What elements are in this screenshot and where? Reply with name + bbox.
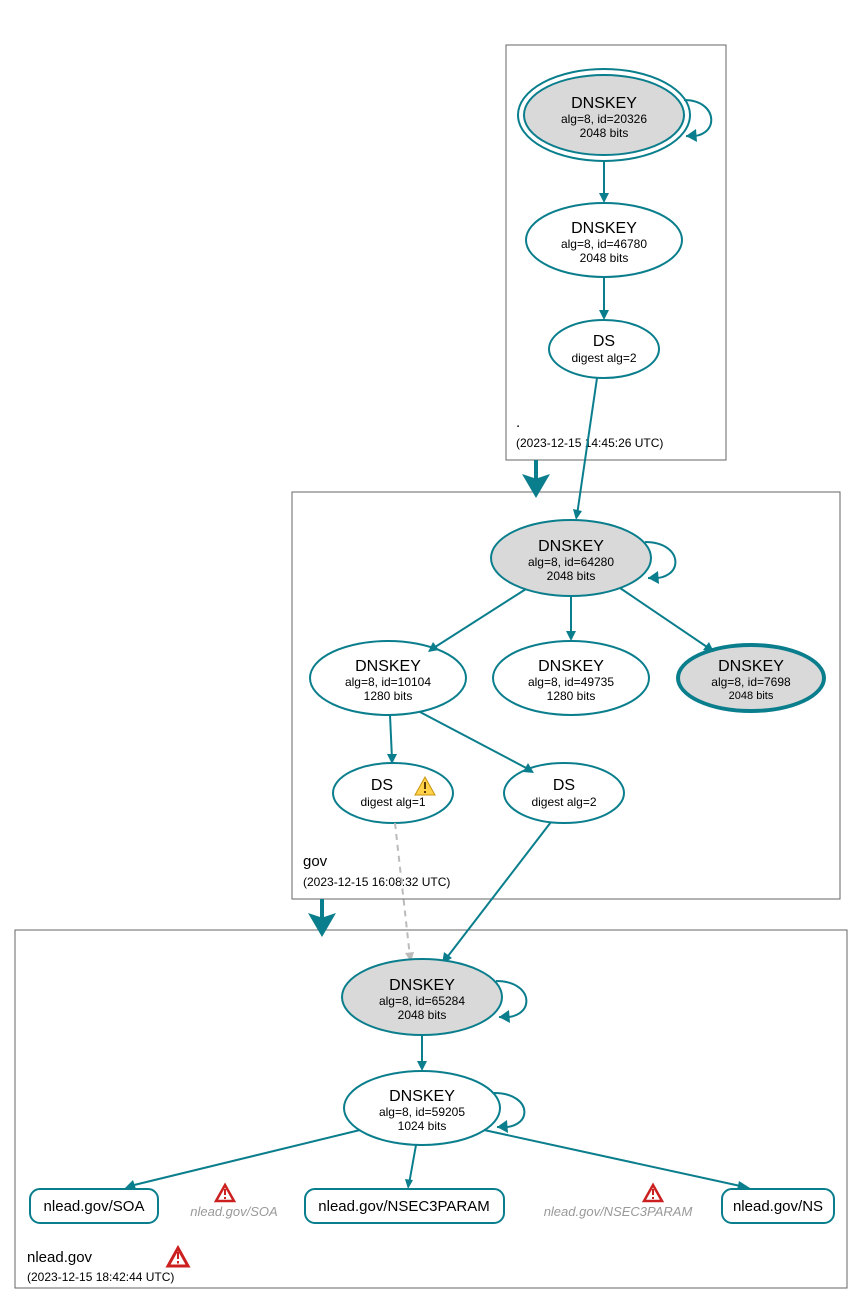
svg-text:digest alg=2: digest alg=2 [571, 351, 636, 365]
node-gov-zsk1[interactable]: DNSKEY alg=8, id=10104 1280 bits [310, 641, 466, 715]
node-root-zsk[interactable]: DNSKEY alg=8, id=46780 2048 bits [526, 203, 682, 277]
node-gov-ds2[interactable]: DS digest alg=2 [504, 763, 624, 823]
zone-gov-name: gov [303, 853, 328, 870]
node-root-ds[interactable]: DS digest alg=2 [549, 320, 659, 378]
svg-text:DNSKEY: DNSKEY [355, 658, 421, 675]
svg-text:DNSKEY: DNSKEY [389, 977, 455, 994]
svg-text:DS: DS [593, 333, 615, 350]
svg-text:nlead.gov/SOA: nlead.gov/SOA [44, 1198, 145, 1215]
zone-root-timestamp: (2023-12-15 14:45:26 UTC) [516, 436, 663, 450]
zone-nlead-name: nlead.gov [27, 1249, 93, 1266]
svg-text:DS: DS [371, 777, 393, 794]
svg-text:DNSKEY: DNSKEY [538, 538, 604, 555]
svg-text:2048 bits: 2048 bits [398, 1008, 447, 1022]
edge-ds2-nleadksk [445, 822, 551, 960]
phantom-nsec3param: nlead.gov/NSEC3PARAM [544, 1204, 693, 1219]
svg-text:alg=8, id=20326: alg=8, id=20326 [561, 112, 647, 126]
node-rr-nsec3param[interactable]: nlead.gov/NSEC3PARAM [305, 1189, 504, 1223]
node-rr-soa[interactable]: nlead.gov/SOA [30, 1189, 158, 1223]
error-icon [216, 1185, 234, 1201]
node-root-ksk[interactable]: DNSKEY alg=8, id=20326 2048 bits [518, 69, 690, 161]
svg-text:alg=8, id=10104: alg=8, id=10104 [345, 675, 431, 689]
svg-text:nlead.gov/NSEC3PARAM: nlead.gov/NSEC3PARAM [318, 1198, 489, 1215]
svg-text:DNSKEY: DNSKEY [718, 658, 784, 675]
svg-text:DNSKEY: DNSKEY [389, 1088, 455, 1105]
svg-text:DNSKEY: DNSKEY [571, 220, 637, 237]
dnssec-diagram: DNSKEY alg=8, id=20326 2048 bits DNSKEY … [0, 0, 861, 1303]
svg-text:DS: DS [553, 777, 575, 794]
svg-text:DNSKEY: DNSKEY [571, 95, 637, 112]
svg-text:DNSKEY: DNSKEY [538, 658, 604, 675]
node-nlead-zsk[interactable]: DNSKEY alg=8, id=59205 1024 bits [344, 1071, 500, 1145]
svg-text:2048 bits: 2048 bits [547, 569, 596, 583]
delegation-arrow-gov-to-nlead [308, 899, 336, 937]
svg-text:1024 bits: 1024 bits [398, 1119, 447, 1133]
node-nlead-ksk[interactable]: DNSKEY alg=8, id=65284 2048 bits [342, 959, 502, 1035]
svg-text:2048 bits: 2048 bits [580, 126, 629, 140]
error-icon [644, 1185, 662, 1201]
zone-nlead-timestamp: (2023-12-15 18:42:44 UTC) [27, 1270, 174, 1284]
node-gov-zsk2[interactable]: DNSKEY alg=8, id=49735 1280 bits [493, 641, 649, 715]
svg-text:alg=8, id=49735: alg=8, id=49735 [528, 675, 614, 689]
edge-ds1-nleadksk [395, 823, 410, 957]
phantom-soa: nlead.gov/SOA [190, 1204, 277, 1219]
svg-text:alg=8, id=59205: alg=8, id=59205 [379, 1105, 465, 1119]
zone-gov-timestamp: (2023-12-15 16:08:32 UTC) [303, 875, 450, 889]
svg-text:alg=8, id=46780: alg=8, id=46780 [561, 237, 647, 251]
svg-text:nlead.gov/NS: nlead.gov/NS [733, 1198, 823, 1215]
node-gov-ds1[interactable]: DS digest alg=1 [333, 763, 453, 823]
error-icon [168, 1248, 188, 1266]
svg-text:digest alg=2: digest alg=2 [531, 795, 596, 809]
svg-text:1280 bits: 1280 bits [547, 689, 596, 703]
svg-text:alg=8, id=65284: alg=8, id=65284 [379, 994, 465, 1008]
svg-text:alg=8, id=64280: alg=8, id=64280 [528, 555, 614, 569]
zone-root-name: . [516, 414, 520, 431]
node-gov-ksk[interactable]: DNSKEY alg=8, id=64280 2048 bits [491, 520, 651, 596]
svg-text:2048 bits: 2048 bits [729, 690, 774, 702]
node-gov-extra[interactable]: DNSKEY alg=8, id=7698 2048 bits [676, 643, 826, 713]
svg-text:1280 bits: 1280 bits [364, 689, 413, 703]
svg-text:digest alg=1: digest alg=1 [360, 795, 425, 809]
node-rr-ns[interactable]: nlead.gov/NS [722, 1189, 834, 1223]
svg-text:alg=8, id=7698: alg=8, id=7698 [711, 675, 791, 689]
svg-text:2048 bits: 2048 bits [580, 251, 629, 265]
